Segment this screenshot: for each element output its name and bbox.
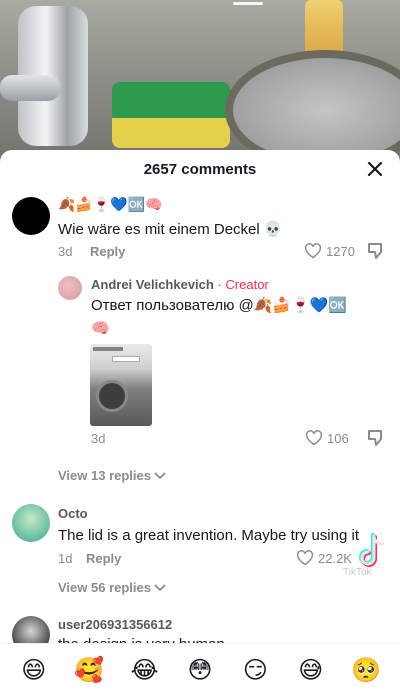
dislike-icon[interactable]	[366, 428, 386, 448]
faucet-spout-image	[0, 75, 60, 101]
creator-reply-text: Ответ пользователю @🍂🍰🍷💙🆗	[91, 297, 348, 314]
comments-count-title: 2657 comments	[143, 160, 257, 178]
close-icon[interactable]	[364, 158, 386, 180]
view-replies-label: View 13 replies	[58, 468, 151, 483]
thumb-text-strip	[93, 347, 123, 351]
dislike-icon[interactable]	[366, 241, 386, 261]
sheet-header: 2657 comments	[0, 150, 400, 188]
creator-name[interactable]: Andrei Velichkevich · Creator	[91, 277, 269, 292]
comment-date: 1d	[58, 551, 73, 566]
commenter-name[interactable]: Octo	[58, 506, 88, 521]
view-replies-button[interactable]: View 56 replies	[58, 580, 166, 595]
emoji-grinning-button[interactable]: 😄	[16, 656, 52, 684]
emoji-pleading-button[interactable]: 🥺	[348, 656, 384, 684]
sponge-bottom-image	[112, 118, 230, 148]
creator-reply-text-line2: 🧠	[91, 320, 110, 337]
sponge-image	[112, 82, 230, 122]
like-button[interactable]: 106	[305, 430, 349, 446]
avatar[interactable]	[12, 504, 50, 542]
commenter-name[interactable]: 🍂🍰🍷💙🆗🧠	[58, 196, 163, 213]
emoji-sweat-smile-button[interactable]: 😅	[293, 656, 329, 684]
commenter-name[interactable]: user206931356612	[58, 617, 172, 632]
like-button[interactable]: 1270	[304, 243, 355, 259]
comment-date: 3d	[58, 244, 73, 259]
creator-label: · Creator	[217, 277, 269, 292]
like-count: 106	[327, 430, 349, 446]
thumb-pan-image	[96, 380, 128, 412]
heart-icon	[305, 430, 323, 446]
like-count: 22.2K	[318, 550, 352, 566]
comment-date: 3d	[91, 431, 106, 446]
comment-text: Wie wäre es mit einem Deckel 💀	[58, 221, 283, 238]
like-button[interactable]: 22.2K	[296, 550, 352, 566]
emoji-smirk-button[interactable]: 😏	[237, 656, 273, 684]
emoji-flushed-button[interactable]: 😳	[182, 656, 218, 684]
tiktok-logo-icon	[359, 533, 385, 567]
comment-text: The lid is a great invention. Maybe try …	[58, 527, 359, 544]
avatar[interactable]	[12, 197, 50, 235]
reply-button[interactable]: Reply	[86, 551, 121, 566]
attached-image-thumbnail[interactable]	[90, 344, 152, 426]
view-replies-button[interactable]: View 13 replies	[58, 468, 166, 483]
heart-icon	[296, 550, 314, 566]
watermark-text: TikTok	[343, 567, 372, 578]
creator-name-text: Andrei Velichkevich	[91, 277, 214, 292]
video-background[interactable]	[0, 0, 400, 170]
emoji-quick-bar: 😄 🥰 😂 😳 😏 😅 🥺	[0, 643, 400, 695]
top-handle	[233, 2, 263, 5]
thumb-label-box	[112, 356, 140, 362]
chevron-down-icon	[154, 471, 166, 479]
emoji-hearts-button[interactable]: 🥰	[71, 656, 107, 684]
view-replies-label: View 56 replies	[58, 580, 151, 595]
emoji-laughing-button[interactable]: 😂	[127, 656, 163, 684]
like-count: 1270	[326, 243, 355, 259]
creator-avatar[interactable]	[58, 276, 82, 300]
heart-icon	[304, 243, 322, 259]
chevron-down-icon	[154, 583, 166, 591]
reply-button[interactable]: Reply	[90, 244, 125, 259]
